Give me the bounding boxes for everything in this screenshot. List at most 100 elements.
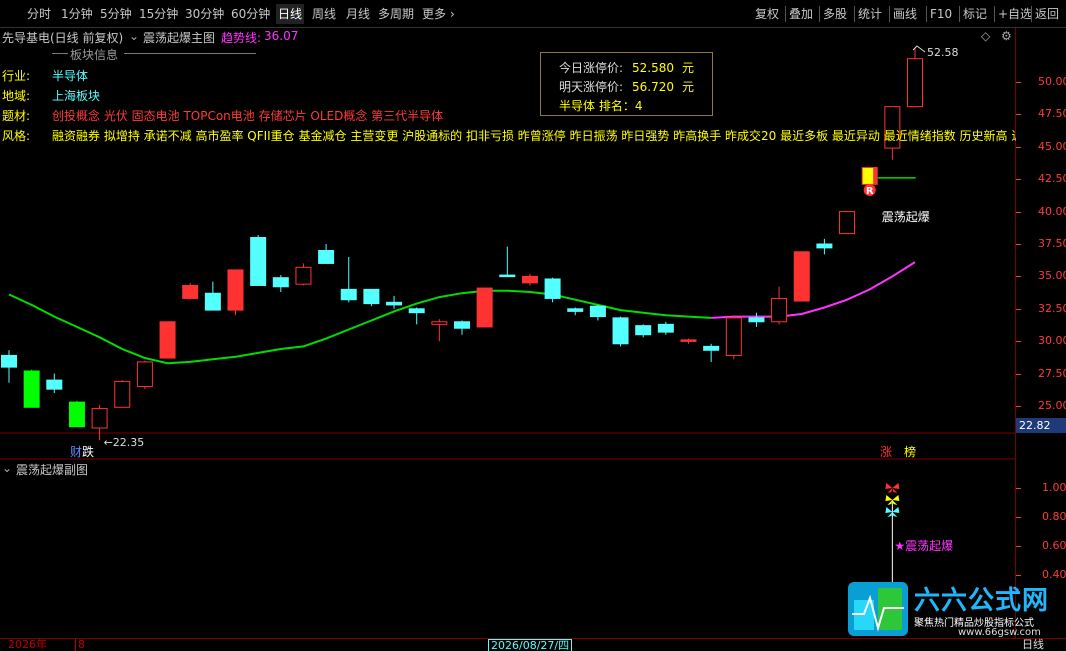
toolbar-right-btn-7[interactable]: +自选 (998, 4, 1032, 24)
toolbar-btn-7[interactable]: 周线 (312, 4, 336, 24)
candle-body (1, 354, 17, 368)
toolbar-right-btn-1[interactable]: 叠加 (789, 4, 813, 24)
toolbar-btn-6[interactable]: 日线 (276, 4, 305, 24)
more-chevron-icon[interactable]: › (450, 4, 455, 24)
sector-rank: 半导体 排名：4 (559, 99, 643, 113)
price-tick-label: 42.50 (1038, 172, 1066, 186)
sub-signal-label: ★震荡起爆 (894, 539, 953, 553)
r-badge-icon: R (863, 184, 876, 197)
candle-body (839, 211, 856, 235)
toolbar-right-btn-0[interactable]: 复权 (755, 4, 779, 24)
candle-31 (703, 343, 720, 362)
month-label: 8 (78, 638, 85, 651)
toolbar-btn-1[interactable]: 1分钟 (61, 4, 93, 24)
price-tick-label: 30.00 (1038, 334, 1066, 348)
price-tick-mark (1016, 114, 1021, 116)
candle-body (386, 301, 403, 306)
price-tick-label: 50.00 (1038, 75, 1066, 88)
candle-23 (521, 273, 538, 286)
style-label: 风格: (2, 129, 31, 143)
candle-body (544, 278, 561, 299)
candle-6 (136, 360, 153, 390)
toolbar-right-btn-2[interactable]: 多股 (823, 4, 847, 24)
candle-body (68, 401, 85, 428)
candle-body (816, 243, 833, 249)
sub-tick-label: 1.00 (1042, 481, 1066, 494)
candle-body (499, 274, 516, 278)
price-tick-label: 45.00 (1038, 139, 1066, 153)
industry-label: 行业: (2, 69, 31, 83)
toolbar-right-btn-5[interactable]: F10 (930, 4, 952, 24)
candle-body (295, 266, 312, 285)
price-tick-mark (1016, 276, 1021, 278)
candle-24 (544, 277, 561, 303)
industry-value[interactable]: 半导体 (52, 66, 88, 86)
price-tick-label: 27.50 (1038, 366, 1066, 380)
toolbar-btn-8[interactable]: 月线 (346, 4, 370, 24)
candle-29 (657, 321, 674, 335)
sub-indicator-toggle-icon[interactable]: ⌄ (2, 461, 12, 475)
candle-10 (227, 269, 244, 316)
today-limit-label: 今日涨停价: (559, 61, 624, 75)
toolbar-btn-9[interactable]: 多周期 (378, 4, 414, 24)
toolbar-btn-4[interactable]: 30分钟 (185, 4, 224, 24)
toolbar-btn-5[interactable]: 60分钟 (231, 4, 270, 24)
sub-indicator-name[interactable]: 震荡起爆副图 (16, 461, 88, 478)
candle-38 (861, 167, 878, 185)
info-title-row: 板块信息 (0, 46, 260, 62)
candle-27 (612, 316, 629, 347)
candle-body (91, 408, 108, 429)
toolbar-btn-3[interactable]: 15分钟 (139, 4, 178, 24)
price-axis: 50.00 47.50 45.00 42.50 40.00 37.50 35.00 32.50… (1016, 28, 1066, 638)
price-tick-label: 35.00 (1038, 269, 1066, 283)
price-tick-label: 47.50 (1038, 107, 1066, 121)
candle-body (589, 305, 606, 318)
toolbar-btn-10[interactable]: 更多 (422, 4, 446, 24)
candle-25 (567, 307, 584, 316)
trend-line-green (8, 289, 712, 365)
candle-body (771, 297, 788, 323)
tomorrow-limit-unit: 元 (682, 80, 695, 94)
current-price-tag: 22.82 (1016, 418, 1066, 433)
candle-body-edge (873, 167, 878, 185)
trend-line-magenta (711, 261, 916, 319)
candle-body (703, 345, 720, 351)
candle-body (635, 325, 652, 336)
candle-14 (318, 244, 335, 264)
toolbar-right-btn-3[interactable]: 统计 (858, 4, 882, 24)
tomorrow-limit-value: 56.720 (632, 80, 674, 94)
toolbar-right-btn-8[interactable]: 返回 (1035, 4, 1059, 24)
period-label: 日线 (1022, 638, 1044, 651)
price-tick-mark (1016, 308, 1021, 310)
toolbar-right-btn-4[interactable]: 画线 (893, 4, 917, 24)
candle-body (431, 321, 448, 325)
signal-label: 震荡起爆 (882, 210, 930, 224)
candle-11 (250, 234, 267, 286)
toolbar-right-btn-6[interactable]: 标记 (963, 4, 987, 24)
high-price-label: 52.58 (927, 46, 959, 59)
candle-33 (748, 312, 765, 327)
butterfly-wing (885, 483, 900, 493)
candle-body (136, 361, 153, 388)
candle-0 (1, 350, 17, 383)
candle-body (612, 317, 629, 345)
candle-body (318, 249, 335, 264)
candle-body (250, 237, 267, 286)
toolbar-btn-2[interactable]: 5分钟 (100, 4, 132, 24)
sub-tick-mark (1016, 488, 1021, 489)
price-tick-mark (1016, 179, 1021, 181)
candle-26 (589, 304, 606, 321)
candle-body (725, 317, 742, 356)
butterfly-icon-0 (885, 483, 900, 493)
candle-body (272, 277, 289, 288)
candle-21 (476, 287, 493, 328)
cai-die-label: 财跌 (70, 444, 94, 459)
region-value[interactable]: 上海板块 (52, 86, 100, 106)
candle-8 (182, 282, 199, 300)
toolbar-btn-0[interactable]: 分时 (27, 4, 51, 24)
price-tick-label: 25.00 (1038, 399, 1066, 412)
price-tick-mark (1016, 406, 1021, 407)
candle-20 (454, 320, 470, 335)
today-limit-value: 52.580 (632, 61, 674, 75)
style-value: 融资融券 拟增持 承诺不减 高市盈率 QFII重仓 基金减仓 主营变更 沪股通标… (52, 129, 1016, 143)
